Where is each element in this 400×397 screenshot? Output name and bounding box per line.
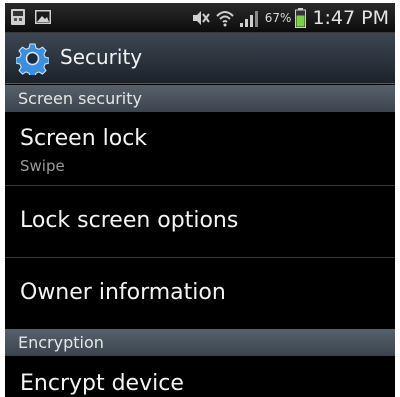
item-title: Screen lock [20, 126, 148, 151]
picture-icon [35, 10, 51, 24]
battery-percent: 67% [264, 11, 292, 25]
status-bar: 67% 1:47 PM [5, 3, 395, 33]
section-header-encryption: Encryption [5, 329, 395, 356]
list-item-lock-screen-options[interactable]: Lock screen options [5, 186, 395, 258]
title-bar: Security [5, 33, 395, 84]
list-item-owner-information[interactable]: Owner information [5, 258, 395, 329]
clock: 1:47 PM [312, 7, 389, 29]
section-label: Screen security [18, 89, 142, 108]
battery-icon [295, 8, 307, 28]
page-title: Security [60, 45, 143, 69]
wifi-icon [216, 11, 234, 27]
item-title: Encrypt device [20, 371, 184, 396]
phone-screen: 67% 1:47 PM Security Screen security Scr… [5, 3, 395, 397]
item-title: Owner information [20, 280, 226, 305]
list-item-encrypt-device[interactable]: Encrypt device [5, 356, 395, 397]
list-item-screen-lock[interactable]: Screen lock Swipe [5, 112, 395, 186]
section-label: Encryption [18, 333, 104, 352]
section-header-screen-security: Screen security [5, 85, 395, 112]
sim-card-icon [11, 9, 25, 25]
signal-icon [239, 11, 258, 27]
item-subtitle: Swipe [20, 157, 65, 175]
item-title: Lock screen options [20, 208, 239, 233]
mute-icon [192, 11, 210, 25]
settings-gear-icon[interactable] [16, 42, 49, 75]
